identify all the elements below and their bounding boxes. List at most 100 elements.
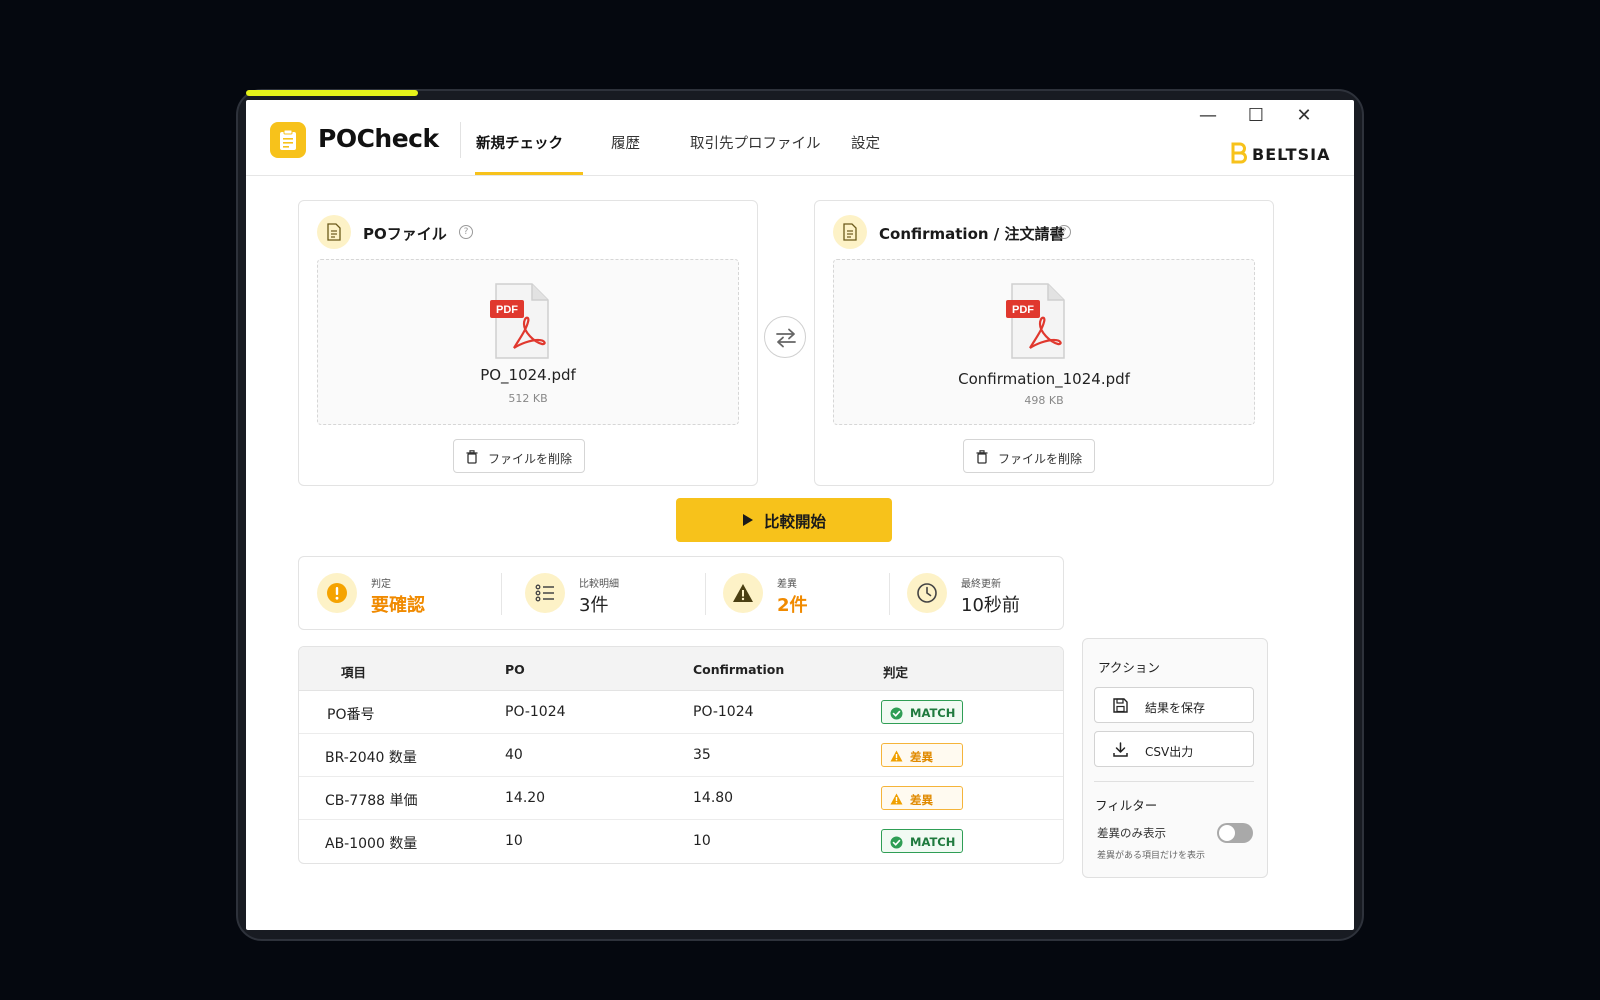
- tab-history[interactable]: 履歴: [611, 132, 640, 153]
- cell-confirmation: PO-1024: [693, 704, 754, 720]
- po-delete-file-button[interactable]: ファイルを削除: [453, 439, 585, 473]
- updated-value: 10秒前: [961, 595, 1020, 616]
- table-header: 項目 PO Confirmation 判定: [299, 647, 1063, 691]
- header-divider: [460, 122, 461, 158]
- summary-bar: 判定 要確認 比較明細 3件 差異 2件 最終更新 10秒前: [298, 556, 1064, 630]
- clock-icon: [907, 573, 947, 613]
- trash-icon: [466, 450, 478, 464]
- pdf-file-icon: PDF: [490, 283, 549, 359]
- swap-arrows-icon: [776, 328, 796, 348]
- save-icon: [1113, 698, 1128, 713]
- csv-export-label: CSV出力: [1145, 745, 1194, 759]
- summary-diffs: 差異 2件: [723, 557, 883, 629]
- po-file-card: POファイル ? PDF PO_1024.pdf 512 KB ファイルを削除: [298, 200, 758, 486]
- summary-judgement: 判定 要確認: [317, 557, 497, 629]
- table-row[interactable]: BR-2040 数量 40 35 差異: [299, 734, 1063, 777]
- diffs-label: 差異: [777, 579, 797, 590]
- confirmation-file-size: 498 KB: [1024, 394, 1064, 407]
- diff-only-hint: 差異がある項目だけを表示: [1097, 851, 1206, 861]
- actions-panel: アクション 結果を保存 CSV出力 フィルター 差異のみ表示 差異がある項目だけ…: [1082, 638, 1268, 878]
- csv-export-button[interactable]: CSV出力: [1094, 731, 1254, 767]
- pdf-badge-label: PDF: [1012, 304, 1034, 316]
- start-compare-label: 比較開始: [764, 513, 827, 531]
- confirmation-dropzone[interactable]: PDF Confirmation_1024.pdf 498 KB: [833, 259, 1255, 425]
- column-header-item: 項目: [341, 665, 367, 680]
- tab-new-check[interactable]: 新規チェック: [476, 132, 563, 153]
- warning-icon: [890, 750, 903, 762]
- close-window-button[interactable]: ✕: [1292, 104, 1316, 128]
- cell-item: CB-7788 単価: [325, 793, 418, 809]
- details-value: 3件: [579, 595, 609, 616]
- cell-po: PO-1024: [505, 704, 566, 720]
- cell-item: AB-1000 数量: [325, 836, 418, 852]
- save-results-button[interactable]: 結果を保存: [1094, 687, 1254, 723]
- badge-label: 差異: [910, 793, 933, 807]
- check-circle-icon: [890, 836, 903, 849]
- save-results-label: 結果を保存: [1145, 701, 1206, 715]
- match-badge: MATCH: [881, 829, 963, 853]
- confirmation-delete-file-button[interactable]: ファイルを削除: [963, 439, 1095, 473]
- app-header: POCheck 新規チェック 履歴 取引先プロファイル 設定 — ☐ ✕ BEL…: [246, 100, 1354, 176]
- filter-title: フィルター: [1095, 798, 1158, 813]
- exclamation-icon: [317, 573, 357, 613]
- maximize-button[interactable]: ☐: [1244, 104, 1268, 128]
- minimize-button[interactable]: —: [1196, 104, 1220, 128]
- table-row[interactable]: PO番号 PO-1024 PO-1024 MATCH: [299, 691, 1063, 734]
- help-icon[interactable]: ?: [459, 225, 473, 239]
- po-file-size: 512 KB: [508, 392, 548, 405]
- diff-only-toggle[interactable]: [1217, 823, 1253, 843]
- table-row[interactable]: CB-7788 単価 14.20 14.80 差異: [299, 777, 1063, 820]
- confirmation-file-card: Confirmation / 注文請書 ? PDF Confirmation_1…: [814, 200, 1274, 486]
- tab-partner-profile[interactable]: 取引先プロファイル: [690, 132, 821, 153]
- summary-separator: [501, 573, 502, 615]
- difference-badge: 差異: [881, 743, 963, 767]
- actions-divider: [1094, 781, 1254, 782]
- confirmation-file-name: Confirmation_1024.pdf: [958, 370, 1130, 388]
- tab-settings[interactable]: 設定: [851, 132, 880, 153]
- cell-item: BR-2040 数量: [325, 750, 417, 766]
- cell-po: 40: [505, 747, 523, 763]
- list-icon: [525, 573, 565, 613]
- column-header-judgement: 判定: [883, 665, 909, 680]
- download-icon: [1113, 742, 1128, 757]
- po-dropzone[interactable]: PDF PO_1024.pdf 512 KB: [317, 259, 739, 425]
- swap-files-button[interactable]: [764, 316, 806, 358]
- cell-item: PO番号: [327, 707, 375, 723]
- cell-confirmation: 35: [693, 747, 711, 763]
- play-icon: [743, 514, 753, 526]
- cell-confirmation: 14.80: [693, 790, 734, 806]
- app-window: POCheck 新規チェック 履歴 取引先プロファイル 設定 — ☐ ✕ BEL…: [246, 100, 1354, 930]
- app-title: POCheck: [318, 124, 439, 153]
- clipboard-logo-icon: [270, 122, 306, 158]
- document-icon: [833, 215, 867, 249]
- diffs-value: 2件: [777, 595, 808, 616]
- summary-updated: 最終更新 10秒前: [907, 557, 1057, 629]
- po-card-title: POファイル: [363, 225, 447, 243]
- trash-icon: [976, 450, 988, 464]
- match-badge: MATCH: [881, 700, 963, 724]
- badge-label: MATCH: [910, 706, 956, 720]
- details-label: 比較明細: [579, 579, 619, 590]
- po-file-name: PO_1024.pdf: [480, 366, 576, 384]
- badge-label: 差異: [910, 750, 933, 764]
- cell-confirmation: 10: [693, 833, 711, 849]
- warning-icon: [890, 793, 903, 805]
- actions-title: アクション: [1098, 660, 1160, 675]
- brand-logo: BELTSIA: [1230, 142, 1329, 166]
- delete-label: ファイルを削除: [488, 452, 573, 466]
- column-header-po: PO: [505, 662, 525, 677]
- column-header-confirmation: Confirmation: [693, 662, 785, 677]
- cell-po: 10: [505, 833, 523, 849]
- brand-name: BELTSIA: [1252, 145, 1331, 164]
- toggle-knob: [1219, 825, 1235, 841]
- table-row[interactable]: AB-1000 数量 10 10 MATCH: [299, 820, 1063, 863]
- start-compare-button[interactable]: 比較開始: [676, 498, 892, 542]
- cell-po: 14.20: [505, 790, 546, 806]
- summary-separator: [889, 573, 890, 615]
- updated-label: 最終更新: [961, 579, 1001, 590]
- badge-label: MATCH: [910, 835, 956, 849]
- help-icon[interactable]: ?: [1057, 225, 1071, 239]
- diff-only-label: 差異のみ表示: [1097, 826, 1166, 840]
- document-icon: [317, 215, 351, 249]
- comparison-table: 項目 PO Confirmation 判定 PO番号 PO-1024 PO-10…: [298, 646, 1064, 864]
